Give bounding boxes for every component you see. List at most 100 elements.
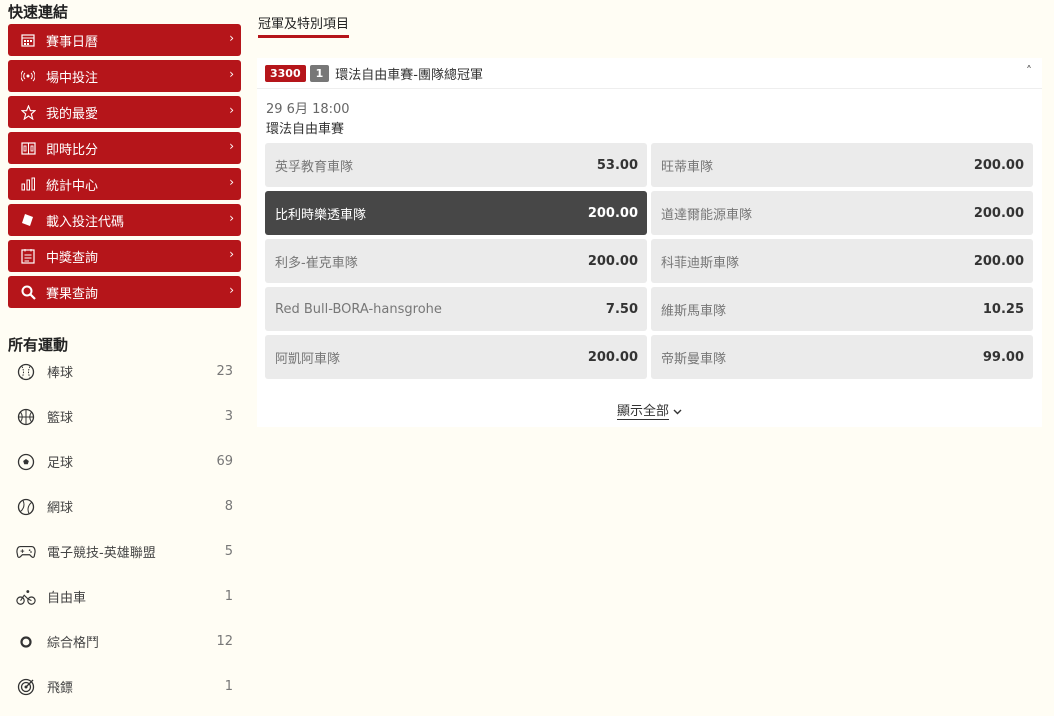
selection-name: Red Bull-BORA-hansgrohe [275,301,442,317]
sport-label: 綜合格鬥 [47,636,100,651]
sport-label: 足球 [47,456,74,471]
selection-odds: 200.00 [973,157,1024,173]
selection-odds: 53.00 [596,157,638,173]
sport-count: 12 [216,634,233,649]
quick-link-live-score[interactable]: 即時比分 › [8,132,241,164]
star-icon [20,104,36,120]
sports-list: 棒球 23 籃球 3 足球 69 網球 8 電子競技-英雄聯盟 5 自由車 1 … [8,349,241,709]
quick-link-label: 載入投注代碼 [46,214,125,230]
selection-name: 比利時樂透車隊 [275,207,367,223]
selection-name: 利多-崔克車隊 [275,255,358,271]
sport-item-cycling[interactable]: 自由車 1 [8,574,241,619]
selection-name: 維斯馬車隊 [661,303,727,319]
sport-label: 電子競技-英雄聯盟 [47,546,156,561]
quick-link-live-betting[interactable]: 場中投注 › [8,60,241,92]
quick-link-label: 統計中心 [46,178,99,194]
selection-button[interactable]: Red Bull-BORA-hansgrohe 7.50 [265,287,647,331]
chevron-right-icon: › [229,31,234,45]
selection-button[interactable]: 科菲迪斯車隊 200.00 [651,239,1033,283]
selection-button[interactable]: 阿凱阿車隊 200.00 [265,335,647,379]
selection-button[interactable]: 英孚教育車隊 53.00 [265,143,647,187]
selection-odds: 200.00 [973,205,1024,221]
quick-link-label: 場中投注 [46,70,99,86]
sport-count: 3 [224,409,233,424]
sport-count: 23 [216,364,233,379]
selection-odds: 7.50 [605,301,638,317]
quick-link-label: 即時比分 [46,142,99,158]
ticket-icon [20,212,36,228]
chevron-right-icon: › [229,211,234,225]
selection-button[interactable]: 旺蒂車隊 200.00 [651,143,1033,187]
bicycle-icon [16,587,36,607]
gamepad-icon [16,542,36,562]
quick-links-title: 快速連結 [8,3,69,21]
selection-name: 英孚教育車隊 [275,159,354,175]
sport-item-basketball[interactable]: 籃球 3 [8,394,241,439]
tab-outrights-specials[interactable]: 冠軍及特別項目 [258,13,350,38]
sport-item-tennis[interactable]: 網球 8 [8,484,241,529]
sport-count: 1 [224,589,233,604]
event-code-badge: 3300 [265,64,306,82]
sport-count: 69 [216,454,233,469]
sport-label: 棒球 [47,366,74,381]
basketball-icon [16,407,36,427]
chevron-right-icon: › [229,175,234,189]
selection-button-selected[interactable]: 比利時樂透車隊 200.00 [265,191,647,235]
selection-odds: 200.00 [587,349,638,365]
quick-links-list: 賽事日曆 › 場中投注 › 我的最愛 › 即時比分 › 統計中心 › 載入投注代… [8,24,241,312]
sport-label: 飛鏢 [47,681,74,696]
tennis-ball-icon [16,497,36,517]
quick-link-label: 賽果查詢 [46,286,99,302]
selection-name: 阿凱阿車隊 [275,351,341,367]
chevron-right-icon: › [229,283,234,297]
soccer-ball-icon [16,452,36,472]
chevron-right-icon: › [229,139,234,153]
dartboard-icon [16,677,36,697]
search-icon [20,284,36,300]
sport-count: 8 [224,499,233,514]
selection-name: 旺蒂車隊 [661,159,714,175]
selection-odds: 200.00 [973,253,1024,269]
selection-name: 科菲迪斯車隊 [661,255,740,271]
quick-link-results[interactable]: 賽果查詢 › [8,276,241,308]
quick-link-calendar[interactable]: 賽事日曆 › [8,24,241,56]
show-all-link[interactable]: 顯示全部 [257,400,1042,420]
selection-odds: 200.00 [587,205,638,221]
show-all-label[interactable]: 顯示全部 [616,404,669,420]
checklist-icon [20,248,36,264]
selection-button[interactable]: 維斯馬車隊 10.25 [651,287,1033,331]
selection-button[interactable]: 道達爾能源車隊 200.00 [651,191,1033,235]
sport-item-mma[interactable]: 綜合格鬥 12 [8,619,241,664]
market-count-badge: 1 [309,64,330,82]
selection-button[interactable]: 利多-崔克車隊 200.00 [265,239,647,283]
selection-name: 帝斯曼車隊 [661,351,727,367]
baseball-icon [16,362,36,382]
quick-link-favorites[interactable]: 我的最愛 › [8,96,241,128]
selections-grid: 英孚教育車隊 53.00 旺蒂車隊 200.00 比利時樂透車隊 200.00 … [265,143,1033,379]
sport-label: 自由車 [47,591,87,606]
market-header[interactable]: 3300 1 環法自由車賽-團隊總冠軍 ˄ [257,58,1042,89]
event-name: 環法自由車賽 [266,122,345,137]
selection-button[interactable]: 帝斯曼車隊 99.00 [651,335,1033,379]
scoreboard-icon [20,140,36,156]
quick-link-load-bet-code[interactable]: 載入投注代碼 › [8,204,241,236]
chevron-right-icon: › [229,247,234,261]
sport-label: 網球 [47,501,74,516]
sport-item-soccer[interactable]: 足球 69 [8,439,241,484]
selection-odds: 10.25 [982,301,1024,317]
calendar-icon [20,32,36,48]
sport-item-baseball[interactable]: 棒球 23 [8,349,241,394]
chevron-up-icon[interactable]: ˄ [1026,64,1032,78]
quick-link-winning-check[interactable]: 中獎查詢 › [8,240,241,272]
sport-count: 1 [224,679,233,694]
quick-link-stats-center[interactable]: 統計中心 › [8,168,241,200]
ring-icon [16,632,36,652]
chevron-right-icon: › [229,103,234,117]
bar-chart-icon [20,176,36,192]
sport-label: 籃球 [47,411,74,426]
sport-item-darts[interactable]: 飛鏢 1 [8,664,241,709]
selection-odds: 200.00 [587,253,638,269]
selection-odds: 99.00 [982,349,1024,365]
sport-item-esports-lol[interactable]: 電子競技-英雄聯盟 5 [8,529,241,574]
quick-link-label: 中獎查詢 [46,250,99,266]
